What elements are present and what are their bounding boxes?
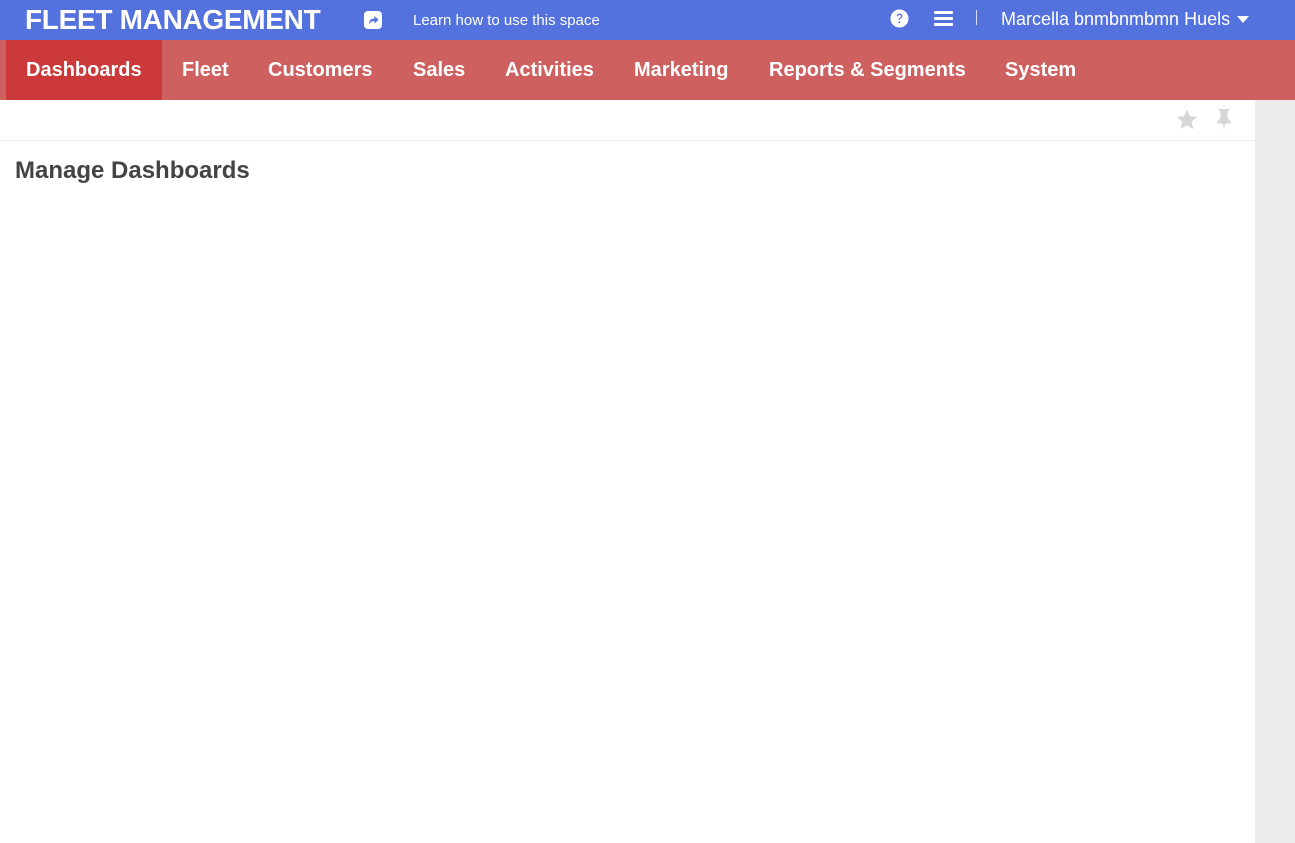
star-icon[interactable] — [1175, 108, 1199, 132]
app-title[interactable]: FLEET MANAGEMENT — [25, 4, 321, 36]
nav-item-fleet[interactable]: Fleet — [182, 40, 229, 100]
nav-item-customers[interactable]: Customers — [268, 40, 372, 100]
nav-item-activities[interactable]: Activities — [505, 40, 594, 100]
nav-item-reports-segments[interactable]: Reports & Segments — [769, 40, 966, 100]
scrollbar-track[interactable] — [1255, 100, 1295, 843]
nav-item-dashboards[interactable]: Dashboards — [6, 40, 162, 100]
page-title: Manage Dashboards — [15, 157, 250, 184]
pin-icon[interactable] — [1214, 108, 1234, 132]
header-divider — [976, 10, 977, 25]
learn-how-link[interactable]: Learn how to use this space — [413, 12, 600, 29]
user-menu[interactable]: Marcella bnmbnmbmn Huels — [1001, 9, 1250, 30]
nav-item-sales[interactable]: Sales — [413, 40, 465, 100]
caret-down-icon[interactable] — [1237, 16, 1250, 23]
share-icon[interactable] — [364, 11, 382, 29]
help-icon[interactable] — [890, 9, 909, 28]
user-name: Marcella bnmbnmbmn Huels — [1001, 9, 1231, 29]
menu-icon[interactable] — [934, 11, 953, 26]
page-toolbar — [0, 100, 1255, 141]
main-nav: Dashboards Fleet Customers Sales Activit… — [0, 40, 1295, 100]
nav-item-marketing[interactable]: Marketing — [634, 40, 728, 100]
top-bar: FLEET MANAGEMENT Learn how to use this s… — [0, 0, 1295, 40]
nav-item-system[interactable]: System — [1005, 40, 1076, 100]
